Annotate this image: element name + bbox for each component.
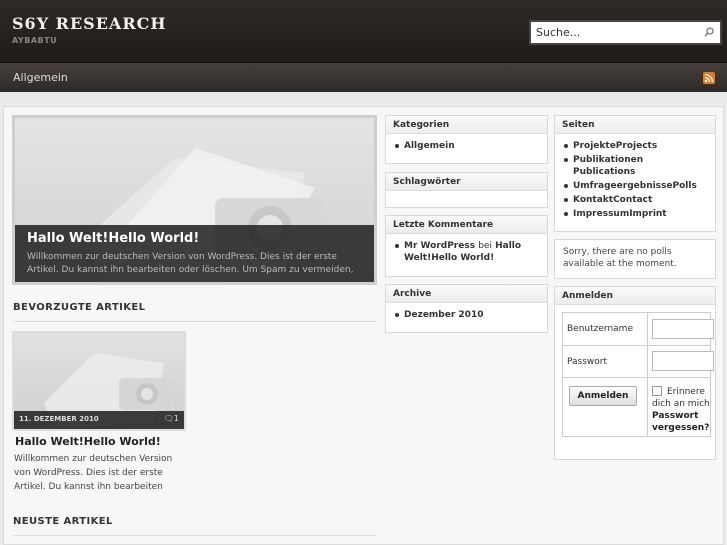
username-label: Benutzername bbox=[567, 324, 633, 334]
recent-comment-item: Mr WordPress bei Hallo Welt!Hello World! bbox=[394, 240, 539, 264]
comment-author-link[interactable]: Mr WordPress bbox=[404, 241, 475, 251]
card-comment-count[interactable]: 🗨1 bbox=[164, 414, 179, 423]
submit-row: Anmelden Erinnere dich an mich Passwort … bbox=[563, 378, 710, 436]
archive-title: Archive bbox=[386, 285, 547, 303]
page-item-polls[interactable]: UmfrageergebnissePolls bbox=[563, 180, 707, 192]
tags-widget: Schlagwörter bbox=[385, 172, 548, 208]
comment-connector: bei bbox=[478, 241, 492, 251]
section-divider bbox=[13, 321, 376, 322]
password-label: Passwort bbox=[567, 357, 608, 367]
login-form: Benutzername Passwort Anmelden Erinnere … bbox=[562, 312, 714, 437]
password-row: Passwort bbox=[563, 346, 714, 378]
archive-widget: Archive Dezember 2010 bbox=[385, 284, 548, 333]
pages-title: Seiten bbox=[555, 116, 715, 134]
site-title[interactable]: S6Y RESEARCH bbox=[12, 14, 166, 33]
pages-widget: Seiten ProjekteProjects Publikationen Pu… bbox=[554, 115, 716, 232]
categories-widget: Kategorien Allgemein bbox=[385, 115, 548, 164]
categories-title: Kategorien bbox=[386, 116, 547, 134]
login-button[interactable]: Anmelden bbox=[569, 386, 637, 406]
featured-title[interactable]: Hallo Welt!Hello World! bbox=[27, 231, 362, 246]
recent-comments-widget: Letzte Kommentare Mr WordPress bei Hallo… bbox=[385, 215, 548, 277]
archive-item[interactable]: Dezember 2010 bbox=[394, 309, 539, 321]
site-header: S6Y RESEARCH AYBABTU bbox=[0, 0, 727, 63]
login-title: Anmelden bbox=[555, 287, 715, 305]
nav-item-allgemein[interactable]: Allgemein bbox=[13, 71, 68, 84]
search-input[interactable] bbox=[531, 22, 691, 43]
card-excerpt: Willkommen zur deutschen Version von Wor… bbox=[14, 454, 173, 492]
tags-title: Schlagwörter bbox=[386, 173, 547, 191]
main-nav: Allgemein bbox=[0, 63, 727, 92]
favorite-articles-heading: BEVORZUGTE ARTIKEL bbox=[13, 302, 146, 313]
username-field[interactable] bbox=[652, 319, 714, 339]
featured-slide[interactable]: Hallo Welt!Hello World! Willkommen zur d… bbox=[12, 115, 377, 285]
rss-icon[interactable] bbox=[703, 72, 715, 84]
column-divider bbox=[647, 313, 648, 345]
newest-articles-heading: NEUSTE ARTIKEL bbox=[13, 516, 113, 527]
featured-excerpt: Willkommen zur deutschen Version von Wor… bbox=[27, 252, 354, 275]
remember-block: Erinnere dich an mich Passwort vergessen… bbox=[652, 386, 716, 434]
article-card-thumbnail[interactable]: 11. DEZEMBER 2010 🗨1 bbox=[12, 331, 186, 431]
page-item-contact[interactable]: KontaktContact bbox=[563, 194, 707, 206]
featured-caption: Hallo Welt!Hello World! Willkommen zur d… bbox=[15, 225, 374, 282]
forgot-password-link[interactable]: Passwort vergessen? bbox=[652, 410, 716, 434]
polls-message: Sorry, there are no polls available at t… bbox=[563, 247, 677, 269]
remember-label: Erinnere dich an mich bbox=[652, 387, 710, 409]
card-date: 11. DEZEMBER 2010 bbox=[19, 415, 99, 423]
search-icon[interactable] bbox=[703, 26, 715, 38]
polls-widget: Sorry, there are no polls available at t… bbox=[554, 239, 716, 279]
search-box bbox=[529, 20, 722, 45]
section-divider bbox=[13, 535, 376, 536]
card-title[interactable]: Hallo Welt!Hello World! bbox=[15, 435, 161, 448]
login-widget: Anmelden Benutzername Passwort Anmelden … bbox=[554, 286, 716, 460]
column-divider bbox=[647, 378, 648, 436]
card-meta-bar: 11. DEZEMBER 2010 🗨1 bbox=[14, 411, 184, 429]
category-item[interactable]: Allgemein bbox=[394, 140, 539, 152]
recent-comments-title: Letzte Kommentare bbox=[386, 216, 547, 234]
username-row: Benutzername bbox=[563, 313, 714, 346]
site-tagline: AYBABTU bbox=[12, 36, 58, 45]
page-item-imprint[interactable]: ImpressumImprint bbox=[563, 208, 707, 220]
password-field[interactable] bbox=[652, 351, 714, 371]
comment-bubble-icon: 🗨 bbox=[163, 414, 174, 423]
page-item-projects[interactable]: ProjekteProjects bbox=[563, 140, 707, 152]
comment-count: 1 bbox=[173, 414, 179, 423]
column-divider bbox=[647, 346, 648, 377]
page-item-publications[interactable]: Publikationen Publications bbox=[563, 154, 707, 178]
